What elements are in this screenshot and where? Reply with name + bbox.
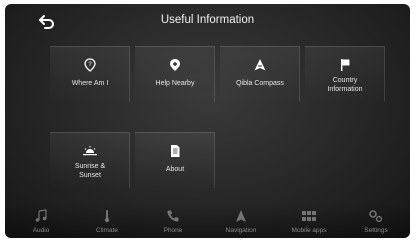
nav-label: Audio (32, 227, 50, 234)
nav-item-audio[interactable]: Audio (13, 204, 69, 238)
tile-label: Qibla Compass (236, 80, 284, 87)
settings-icon (369, 210, 383, 223)
nav-item-climate[interactable]: Climate (79, 204, 135, 238)
tile-where-am-i[interactable]: ? Where Am I (50, 46, 130, 102)
tile-label: Where Am I (71, 80, 109, 87)
document-icon (171, 145, 180, 157)
nav-label: Mobile apps (291, 227, 327, 234)
nav-item-settings[interactable]: Settings (348, 204, 404, 238)
flag-icon (341, 59, 350, 71)
tile-sunrise-sunset[interactable]: Sunrise & Sunset (50, 132, 130, 188)
header: Useful Information (5, 4, 410, 40)
page-title: Useful Information (160, 14, 255, 26)
tile-label: About (165, 166, 185, 173)
useful-information-screen: Useful Information ? Where Am I Help Nea… (5, 4, 410, 238)
back-button[interactable] (35, 12, 59, 32)
sunrise-icon (83, 146, 97, 156)
phone-icon (167, 210, 179, 222)
climate-icon (104, 210, 110, 223)
nav-label: Climate (95, 227, 119, 234)
bottom-nav-bar: Audio Climate Phone Navigation Mobile ap… (5, 204, 410, 238)
nav-item-mobile-apps[interactable]: Mobile apps (281, 204, 337, 238)
location-question-icon: ? (84, 58, 96, 72)
navigation-icon (236, 210, 246, 222)
nav-label: Settings (364, 227, 388, 234)
nav-label: Phone (163, 227, 183, 234)
tile-about[interactable]: About (135, 132, 215, 188)
tile-country-information[interactable]: Country Information (305, 46, 385, 102)
nav-item-navigation[interactable]: Navigation (213, 204, 269, 238)
tile-help-nearby[interactable]: Help Nearby (135, 46, 215, 102)
tile-qibla-compass[interactable]: Qibla Compass (220, 46, 300, 102)
nav-item-phone[interactable]: Phone (145, 204, 201, 238)
tile-label: Sunrise & Sunset (74, 163, 106, 179)
svg-text:?: ? (88, 62, 92, 68)
apps-grid-icon (302, 211, 316, 221)
help-pin-icon (170, 59, 180, 71)
tile-label: Country Information (327, 77, 363, 93)
back-arrow-icon (39, 15, 54, 29)
tile-label: Help Nearby (155, 80, 195, 87)
nav-label: Navigation (225, 227, 257, 234)
compass-icon (254, 59, 266, 71)
music-note-icon (35, 209, 47, 222)
